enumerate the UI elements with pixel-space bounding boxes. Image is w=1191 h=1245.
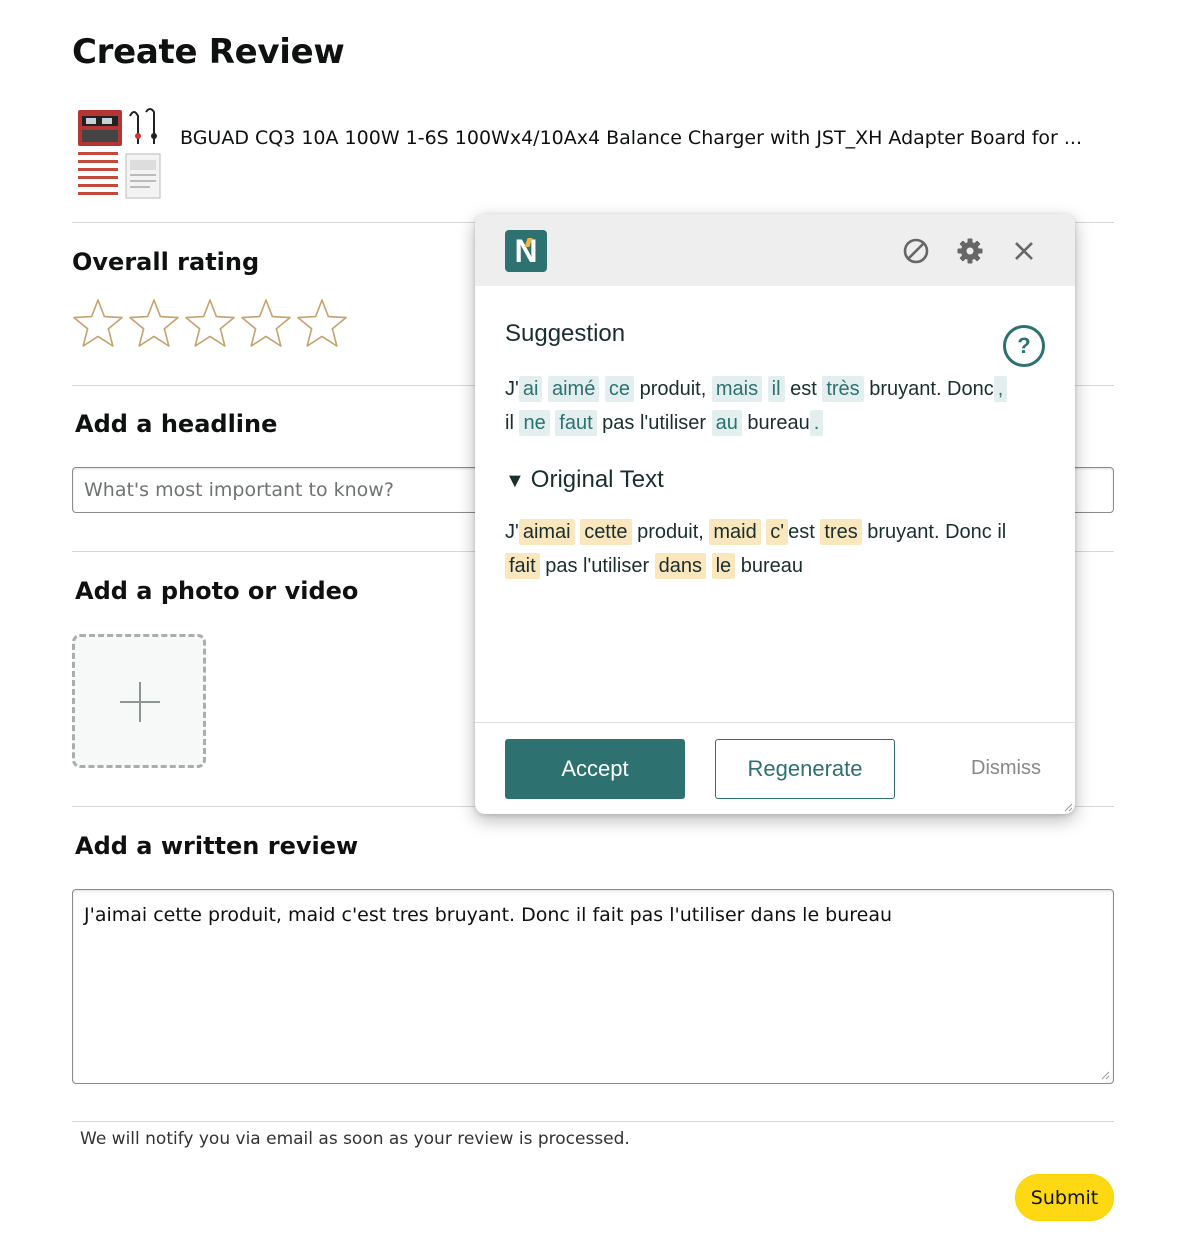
suggestion-highlight[interactable]: très [822,376,864,402]
original-segment: bureau [735,555,804,577]
suggestion-highlight[interactable]: il [767,376,785,402]
suggestion-segment: pas l'utiliser [596,412,712,434]
original-highlight[interactable]: c' [766,519,789,545]
star-rating [72,298,352,348]
close-icon[interactable] [1009,236,1039,266]
original-highlight[interactable]: fait [505,553,540,579]
original-highlight[interactable]: maid [709,519,761,545]
triangle-down-icon: ▼ [505,470,525,492]
suggestion-segment [762,378,768,400]
star-icon[interactable] [240,298,296,348]
notify-text: We will notify you via email as soon as … [80,1129,630,1149]
product-row: BGUAD CQ3 10A 100W 1-6S 100Wx4/10Ax4 Bal… [72,106,1114,202]
suggestion-segment: bureau [741,412,810,434]
disable-icon[interactable] [901,236,931,266]
dismiss-button[interactable]: Dismiss [971,757,1041,780]
original-segment: pas l'utiliser [539,555,655,577]
app-logo-icon: N [505,230,547,272]
suggestion-highlight[interactable]: . [809,410,824,436]
review-textarea[interactable]: J'aimai cette produit, maid c'est tres b… [72,889,1114,1084]
resize-grip-icon[interactable] [1064,803,1073,812]
original-highlight[interactable]: dans [654,553,707,579]
original-title: Original Text [530,466,664,493]
regenerate-button[interactable]: Regenerate [715,739,895,799]
original-segment: J' [505,521,519,543]
review-label: Add a written review [75,832,359,860]
original-highlight[interactable]: tres [820,519,862,545]
popup-header: N [475,214,1075,286]
suggestion-line: il ne faut pas l'utiliser au bureau. [505,406,1050,440]
suggestion-highlight[interactable]: , [993,376,1008,402]
suggestion-highlight[interactable]: ce [604,376,635,402]
suggestion-segment: J' [505,378,519,400]
suggestion-highlight[interactable]: aimé [547,376,600,402]
plus-icon [120,682,160,722]
star-icon[interactable] [72,298,128,348]
original-highlight[interactable]: cette [580,519,632,545]
original-text: J' aimai cette produit, maid c' est tres b… [505,515,1050,583]
original-highlight[interactable]: le [711,553,736,579]
gear-icon[interactable] [955,236,985,266]
page-title: Create Review [72,32,345,72]
photo-label: Add a photo or video [75,577,359,605]
star-icon[interactable] [296,298,352,348]
accept-button[interactable]: Accept [505,739,685,799]
suggestion-segment: est [784,378,823,400]
suggestion-highlight[interactable]: ne [519,410,550,436]
divider [72,1121,1114,1122]
suggestion-line: J' ai aimé ce produit, mais il est très b… [505,372,1050,406]
star-icon[interactable] [128,298,184,348]
suggestion-segment: il [505,412,520,434]
logo-letter: N [514,232,538,269]
suggestion-text[interactable]: J' ai aimé ce produit, mais il est très b… [505,372,1050,440]
product-image [76,106,164,202]
suggestion-segment: bruyant. Donc [863,378,994,400]
suggestion-highlight[interactable]: ai [518,376,543,402]
suggestion-highlight[interactable]: faut [555,410,597,436]
suggestion-highlight[interactable]: mais [711,376,763,402]
original-line: J' aimai cette produit, maid c' est tres b… [505,515,1050,549]
original-segment: est [788,521,821,543]
divider [475,722,1075,723]
original-text-toggle[interactable]: ▼ Original Text [505,466,664,494]
headline-label: Add a headline [75,410,278,438]
original-highlight[interactable]: aimai [518,519,575,545]
original-segment [706,555,712,577]
suggestion-segment: produit, [634,378,712,400]
original-segment: bruyant. Donc il [861,521,1007,543]
add-photo-button[interactable] [72,634,206,768]
suggestion-title: Suggestion [505,320,626,347]
overall-rating-label: Overall rating [72,248,260,276]
suggestion-popup: N Suggestion ? J' ai aimé ce produit, ma… [475,214,1075,814]
suggestion-highlight[interactable]: au [711,410,742,436]
star-icon[interactable] [184,298,240,348]
help-icon[interactable]: ? [1003,325,1045,367]
original-segment: produit, [631,521,710,543]
product-title: BGUAD CQ3 10A 100W 1-6S 100Wx4/10Ax4 Bal… [180,127,1083,149]
review-text: J'aimai cette produit, maid c'est tres b… [84,904,893,926]
submit-button[interactable]: Submit [1015,1174,1114,1221]
original-line: fait pas l'utiliser dans le bureau [505,549,1050,583]
resize-grip-icon[interactable] [1101,1071,1110,1080]
